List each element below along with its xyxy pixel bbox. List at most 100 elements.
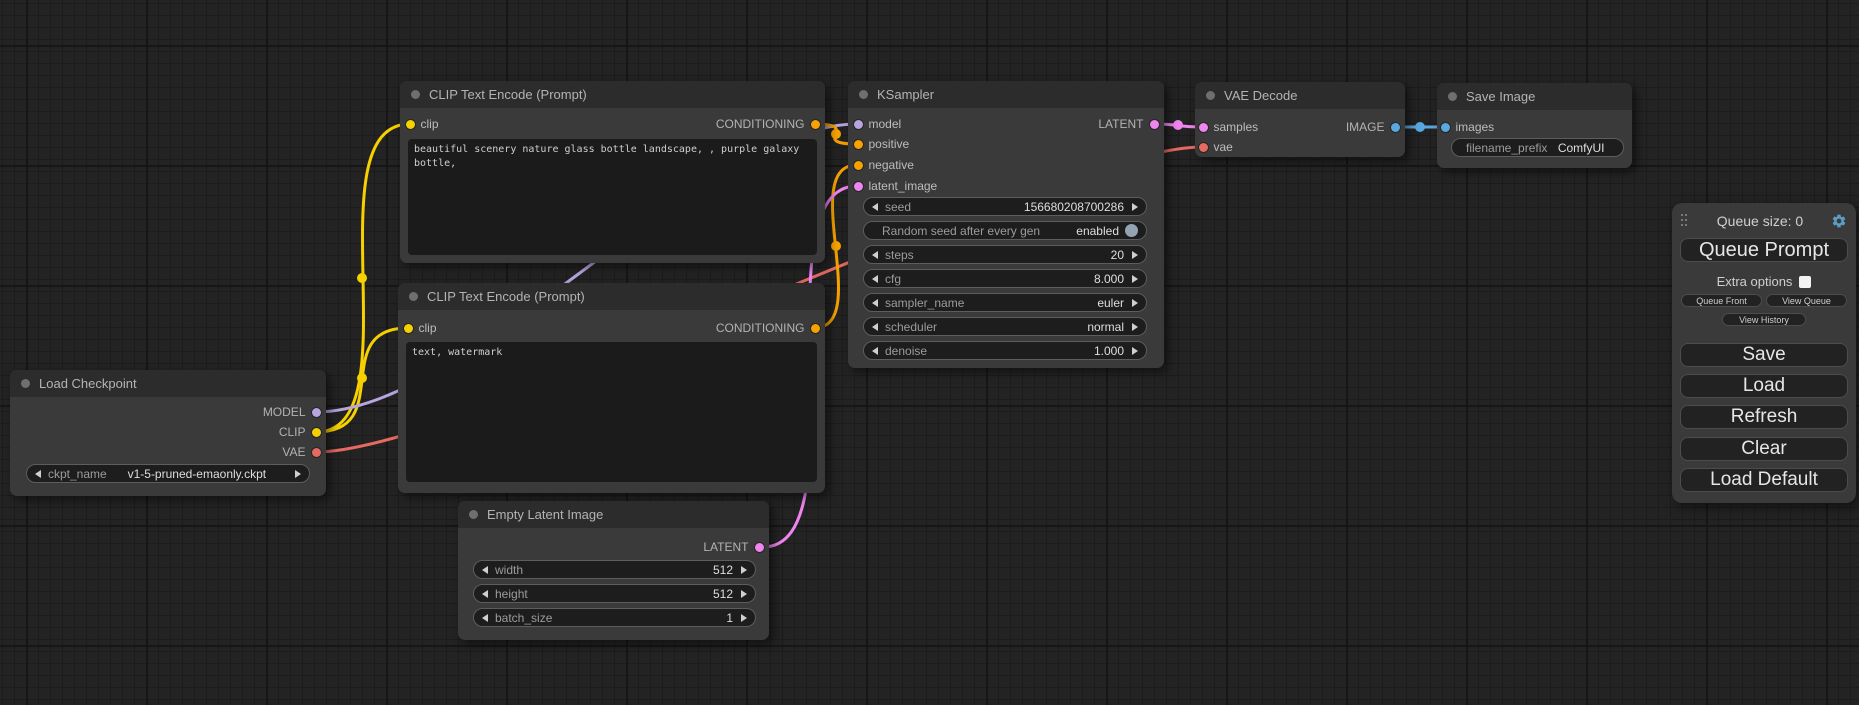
widget-batch-size[interactable]: batch_size 1 (473, 608, 756, 627)
input-slot-clip[interactable]: clip (404, 320, 437, 336)
decrease-arrow-icon[interactable] (482, 614, 488, 622)
model-input-dot[interactable] (854, 120, 863, 129)
node-title-bar[interactable]: VAE Decode (1195, 82, 1405, 109)
increase-arrow-icon[interactable] (1132, 275, 1138, 283)
latent-image-input-dot[interactable] (854, 182, 863, 191)
link-midpoint-dot[interactable] (831, 129, 841, 139)
vae-input-dot[interactable] (1199, 143, 1208, 152)
decrease-arrow-icon[interactable] (872, 323, 878, 331)
widget-steps[interactable]: steps 20 (863, 245, 1147, 264)
collapse-dot-icon[interactable] (859, 90, 868, 99)
increase-arrow-icon[interactable] (1132, 347, 1138, 355)
increase-arrow-icon[interactable] (295, 470, 301, 478)
conditioning-output-dot[interactable] (811, 324, 820, 333)
latent-output-dot[interactable] (1150, 120, 1159, 129)
conditioning-output-dot[interactable] (811, 120, 820, 129)
decrease-arrow-icon[interactable] (872, 299, 878, 307)
node-title-bar[interactable]: Empty Latent Image (458, 501, 769, 528)
widget-cfg[interactable]: cfg 8.000 (863, 269, 1147, 288)
node-title-bar[interactable]: CLIP Text Encode (Prompt) (398, 283, 825, 310)
output-slot-model[interactable]: MODEL (263, 404, 321, 420)
drag-handle-icon[interactable] (1681, 214, 1689, 229)
input-slot-model[interactable]: model (854, 116, 902, 132)
collapse-dot-icon[interactable] (21, 379, 30, 388)
input-slot-samples[interactable]: samples (1199, 119, 1259, 135)
collapse-dot-icon[interactable] (1206, 91, 1215, 100)
input-slot-clip[interactable]: clip (406, 116, 439, 132)
samples-input-dot[interactable] (1199, 123, 1208, 132)
prompt-textarea[interactable]: text, watermark (406, 342, 817, 482)
clip-input-dot[interactable] (406, 120, 415, 129)
widget-random-seed[interactable]: Random seed after every gen enabled (863, 221, 1147, 240)
input-slot-negative[interactable]: negative (854, 157, 914, 173)
queue-front-button[interactable]: Queue Front (1681, 294, 1762, 307)
output-slot-conditioning[interactable]: CONDITIONING (716, 116, 820, 132)
increase-arrow-icon[interactable] (741, 566, 747, 574)
widget-ckpt-name[interactable]: ckpt_name v1-5-pruned-emaonly.ckpt (26, 464, 310, 483)
node-save-image[interactable]: Save Image images filename_prefix ComfyU… (1437, 83, 1632, 168)
decrease-arrow-icon[interactable] (872, 251, 878, 259)
output-slot-image[interactable]: IMAGE (1346, 119, 1400, 135)
increase-arrow-icon[interactable] (1132, 251, 1138, 259)
node-load-checkpoint[interactable]: Load Checkpoint MODEL CLIP VAE ckpt_name… (10, 370, 326, 496)
decrease-arrow-icon[interactable] (482, 590, 488, 598)
increase-arrow-icon[interactable] (1132, 299, 1138, 307)
link-midpoint-dot[interactable] (831, 241, 841, 251)
link-midpoint-dot[interactable] (1415, 122, 1425, 132)
decrease-arrow-icon[interactable] (482, 566, 488, 574)
node-empty-latent-image[interactable]: Empty Latent Image LATENT width 512 heig… (458, 501, 769, 640)
node-clip-text-encode-positive[interactable]: CLIP Text Encode (Prompt) clip CONDITION… (400, 81, 825, 263)
prompt-textarea[interactable]: beautiful scenery nature glass bottle la… (408, 139, 817, 255)
node-title-bar[interactable]: CLIP Text Encode (Prompt) (400, 81, 825, 108)
link-midpoint-dot[interactable] (1173, 120, 1183, 130)
collapse-dot-icon[interactable] (409, 292, 418, 301)
node-title-bar[interactable]: Load Checkpoint (10, 370, 326, 397)
node-clip-text-encode-negative[interactable]: CLIP Text Encode (Prompt) clip CONDITION… (398, 283, 825, 493)
images-input-dot[interactable] (1441, 123, 1450, 132)
node-vae-decode[interactable]: VAE Decode samples IMAGE vae (1195, 82, 1405, 157)
clear-button[interactable]: Clear (1680, 437, 1848, 461)
increase-arrow-icon[interactable] (1132, 323, 1138, 331)
node-title-bar[interactable]: KSampler (848, 81, 1164, 108)
node-title-bar[interactable]: Save Image (1437, 83, 1632, 110)
clip-output-dot[interactable] (312, 428, 321, 437)
widget-sampler-name[interactable]: sampler_name euler (863, 293, 1147, 312)
latent-output-dot[interactable] (755, 543, 764, 552)
input-slot-latent-image[interactable]: latent_image (854, 178, 938, 194)
widget-height[interactable]: height 512 (473, 584, 756, 603)
increase-arrow-icon[interactable] (741, 590, 747, 598)
model-output-dot[interactable] (312, 408, 321, 417)
queue-prompt-button[interactable]: Queue Prompt (1680, 238, 1848, 262)
collapse-dot-icon[interactable] (411, 90, 420, 99)
toggle-icon[interactable] (1125, 224, 1138, 237)
widget-denoise[interactable]: denoise 1.000 (863, 341, 1147, 360)
output-slot-latent[interactable]: LATENT (1098, 116, 1158, 132)
input-slot-images[interactable]: images (1441, 119, 1495, 135)
load-button[interactable]: Load (1680, 374, 1848, 398)
input-slot-vae[interactable]: vae (1199, 139, 1233, 155)
widget-width[interactable]: width 512 (473, 560, 756, 579)
decrease-arrow-icon[interactable] (872, 347, 878, 355)
decrease-arrow-icon[interactable] (35, 470, 41, 478)
negative-input-dot[interactable] (854, 161, 863, 170)
output-slot-conditioning[interactable]: CONDITIONING (716, 320, 820, 336)
link-midpoint-dot[interactable] (357, 373, 367, 383)
collapse-dot-icon[interactable] (469, 510, 478, 519)
collapse-dot-icon[interactable] (1448, 92, 1457, 101)
output-slot-latent[interactable]: LATENT (703, 539, 763, 555)
link-midpoint-dot[interactable] (357, 273, 367, 283)
widget-scheduler[interactable]: scheduler normal (863, 317, 1147, 336)
image-output-dot[interactable] (1391, 123, 1400, 132)
view-queue-button[interactable]: View Queue (1766, 294, 1847, 307)
widget-filename-prefix[interactable]: filename_prefix ComfyUI (1451, 138, 1624, 157)
increase-arrow-icon[interactable] (741, 614, 747, 622)
input-slot-positive[interactable]: positive (854, 136, 910, 152)
decrease-arrow-icon[interactable] (872, 275, 878, 283)
comfyui-canvas[interactable]: { "graph": { "nodes": { "load_checkpoint… (0, 0, 1859, 705)
widget-seed[interactable]: seed 156680208700286 (863, 197, 1147, 216)
positive-input-dot[interactable] (854, 140, 863, 149)
node-ksampler[interactable]: KSampler model LATENT positive negative … (848, 81, 1164, 368)
view-history-button[interactable]: View History (1722, 313, 1806, 326)
output-slot-vae[interactable]: VAE (282, 444, 320, 460)
extra-options-checkbox[interactable] (1799, 276, 1811, 288)
